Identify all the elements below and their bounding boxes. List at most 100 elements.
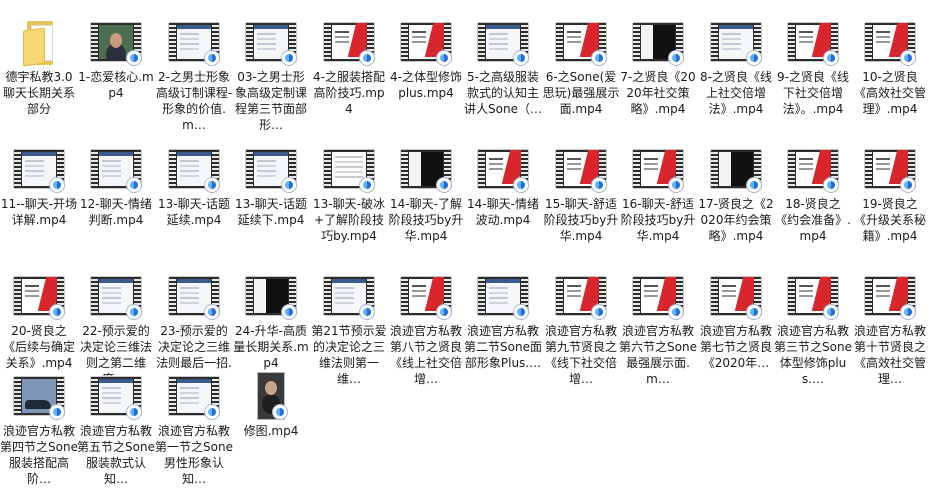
file-item[interactable]: 15-聊天-舒适阶段技巧by升华.mp4 <box>542 136 620 262</box>
video-file-icon <box>11 371 67 421</box>
file-item[interactable]: 11--聊天-开场详解.mp4 <box>0 136 78 262</box>
player-badge-icon <box>514 51 528 65</box>
file-item[interactable]: 4-之体型修饰plus.mp4 <box>387 9 465 135</box>
file-name: 浪迹官方私教第十节贤良之《高效社交管理… <box>853 324 926 386</box>
video-file-icon <box>321 144 377 194</box>
video-file-icon <box>243 371 299 421</box>
file-name: 4-之体型修饰plus.mp4 <box>390 70 462 100</box>
player-badge-icon <box>901 178 915 192</box>
file-grid: 德宇私教3.0聊天长期关系部分 1-恋爱核心.mp4 2-之男士形象高级订制课程-形… <box>0 0 929 503</box>
video-file-icon <box>243 17 299 67</box>
player-badge-icon <box>50 305 64 319</box>
file-item[interactable]: 第21节预示爱的决定论之三维法则第一维… <box>310 263 388 389</box>
folder-icon <box>11 17 67 67</box>
file-item[interactable]: 13-聊天-破冰+了解阶段技巧by.mp4 <box>310 136 388 262</box>
file-item[interactable]: 浪迹官方私教第七节之贤良《2020年… <box>697 263 775 389</box>
video-file-icon <box>166 144 222 194</box>
file-name: 17-贤良之《2020年约会策略》.mp4 <box>698 197 774 243</box>
file-name: 6-之Sone(爱思玩)最强展示面.mp4 <box>542 70 620 116</box>
file-item[interactable]: 13-聊天-话题延续.mp4 <box>155 136 233 262</box>
video-file-icon <box>708 271 764 321</box>
file-item[interactable]: 2-之男士形象高级订制课程-形象的价值.m… <box>155 9 233 135</box>
file-item[interactable]: 8-之贤良《线上社交倍增法》.mp4 <box>697 9 775 135</box>
player-badge-icon <box>901 51 915 65</box>
file-item[interactable]: 14-聊天-了解阶段技巧by升华.mp4 <box>387 136 465 262</box>
player-badge-icon <box>824 51 838 65</box>
video-file-icon <box>166 17 222 67</box>
file-item[interactable]: 浪迹官方私教第十节贤良之《高效社交管理… <box>851 263 929 389</box>
video-file-icon <box>88 144 144 194</box>
video-file-icon <box>321 271 377 321</box>
file-item[interactable]: 6-之Sone(爱思玩)最强展示面.mp4 <box>542 9 620 135</box>
video-file-icon <box>630 17 686 67</box>
player-badge-icon <box>592 51 606 65</box>
file-name: 浪迹官方私教第四节之Sone服装搭配高阶… <box>0 424 78 486</box>
player-badge-icon <box>437 305 451 319</box>
player-badge-icon <box>127 51 141 65</box>
video-file-icon <box>708 144 764 194</box>
file-item[interactable]: 16-聊天-舒适阶段技巧by升华.mp4 <box>619 136 697 262</box>
file-name: 2-之男士形象高级订制课程-形象的价值.m… <box>155 70 233 132</box>
player-badge-icon <box>360 51 374 65</box>
player-badge-icon <box>282 178 296 192</box>
file-name: 13-聊天-破冰+了解阶段技巧by.mp4 <box>313 197 385 243</box>
video-file-icon <box>243 144 299 194</box>
file-item[interactable]: 17-贤良之《2020年约会策略》.mp4 <box>697 136 775 262</box>
file-name: 浪迹官方私教第五节之Sone服装款式认知… <box>77 424 155 486</box>
player-badge-icon <box>824 305 838 319</box>
file-name: 11--聊天-开场详解.mp4 <box>0 197 78 227</box>
file-name: 7-之贤良《2020年社交策略》.mp4 <box>620 70 696 116</box>
file-item[interactable]: 13-聊天-话题延续下.mp4 <box>232 136 310 262</box>
video-file-icon <box>785 144 841 194</box>
file-item[interactable]: 浪迹官方私教第四节之Sone服装搭配高阶… <box>0 363 78 489</box>
video-file-icon <box>862 17 918 67</box>
file-item[interactable]: 浪迹官方私教第九节贤良之《线下社交倍增… <box>542 263 620 389</box>
file-item[interactable]: 19-贤良之《升级关系秘籍》.mp4 <box>851 136 929 262</box>
player-badge-icon <box>50 405 64 419</box>
video-file-icon <box>88 17 144 67</box>
file-name: 9-之贤良《线下社交倍增法》。.mp4 <box>777 70 849 116</box>
file-item[interactable]: 浪迹官方私教第五节之Sone服装款式认知… <box>77 363 155 489</box>
file-item[interactable]: 03-之男士形象高级定制课程第三节面部形… <box>232 9 310 135</box>
file-name: 14-聊天-情绪波动.mp4 <box>467 197 539 227</box>
file-name: 14-聊天-了解阶段技巧by升华.mp4 <box>388 197 464 243</box>
file-name: 19-贤良之《升级关系秘籍》.mp4 <box>853 197 926 243</box>
file-name: 18-贤良之《约会准备》.mp4 <box>775 197 851 243</box>
file-item[interactable]: 10-之贤良《高效社交管理》.mp4 <box>851 9 929 135</box>
file-item[interactable]: 浪迹官方私教第一节之Sone男性形象认知… <box>155 363 233 489</box>
file-name: 浪迹官方私教第一节之Sone男性形象认知… <box>155 424 233 486</box>
video-file-icon <box>475 17 531 67</box>
video-file-icon <box>630 144 686 194</box>
player-badge-icon <box>127 178 141 192</box>
player-badge-icon <box>669 51 683 65</box>
file-item[interactable]: 浪迹官方私教第三节之Sone体型修饰plus.… <box>774 263 852 389</box>
video-file-icon <box>398 271 454 321</box>
file-name: 13-聊天-话题延续下.mp4 <box>235 197 307 227</box>
video-file-icon <box>398 144 454 194</box>
file-name: 03-之男士形象高级定制课程第三节面部形… <box>234 70 307 132</box>
player-badge-icon <box>205 51 219 65</box>
file-name: 修图.mp4 <box>243 424 299 438</box>
player-badge-icon <box>50 178 64 192</box>
file-item[interactable]: 浪迹官方私教第二节Sone面部形象Plus.… <box>464 263 542 389</box>
file-name: 浪迹官方私教第九节贤良之《线下社交倍增… <box>544 324 617 386</box>
file-item[interactable]: 7-之贤良《2020年社交策略》.mp4 <box>619 9 697 135</box>
file-name: 德宇私教3.0聊天长期关系部分 <box>2 70 75 116</box>
file-item[interactable]: 浪迹官方私教第八节之贤良《线上社交倍增… <box>387 263 465 389</box>
file-item[interactable]: 9-之贤良《线下社交倍增法》。.mp4 <box>774 9 852 135</box>
file-item[interactable]: 12-聊天-情绪判断.mp4 <box>77 136 155 262</box>
file-name: 10-之贤良《高效社交管理》.mp4 <box>853 70 926 116</box>
file-item[interactable]: 浪迹官方私教第六节之Sone最强展示面.m… <box>619 263 697 389</box>
player-badge-icon <box>747 305 761 319</box>
video-file-icon <box>166 371 222 421</box>
file-item[interactable]: 4-之服装搭配高阶技巧.mp4 <box>310 9 388 135</box>
file-item[interactable]: 5-之高级服装款式的认知主讲人Sone（… <box>464 9 542 135</box>
folder-item[interactable]: 德宇私教3.0聊天长期关系部分 <box>0 9 78 135</box>
file-item[interactable]: 18-贤良之《约会准备》.mp4 <box>774 136 852 262</box>
player-badge-icon <box>360 305 374 319</box>
file-item[interactable]: 修图.mp4 <box>232 363 310 489</box>
file-item[interactable]: 14-聊天-情绪波动.mp4 <box>464 136 542 262</box>
video-file-icon <box>475 144 531 194</box>
file-name: 16-聊天-舒适阶段技巧by升华.mp4 <box>620 197 696 243</box>
file-item[interactable]: 1-恋爱核心.mp4 <box>77 9 155 135</box>
